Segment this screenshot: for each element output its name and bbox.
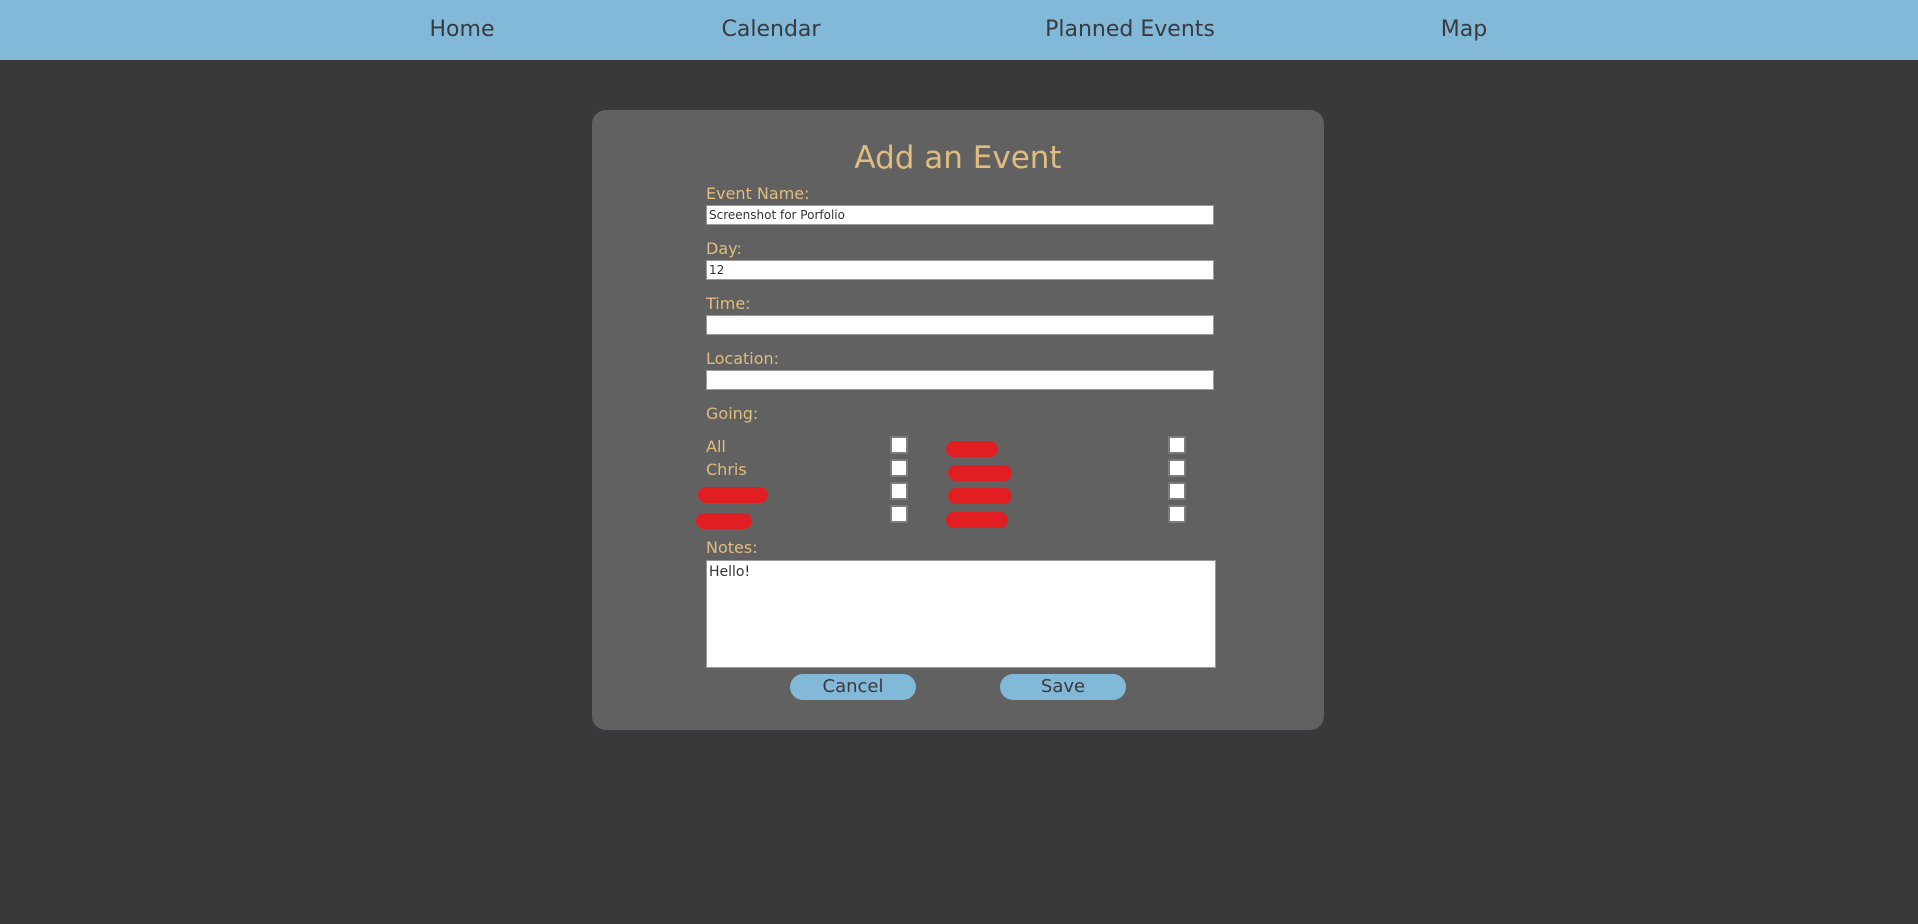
notes-textarea[interactable]: Hello! bbox=[706, 560, 1216, 668]
redacted-name bbox=[946, 512, 1008, 528]
redacted-name bbox=[696, 513, 752, 529]
nav-calendar[interactable]: Calendar bbox=[706, 0, 836, 60]
going-name-chris: Chris bbox=[706, 460, 747, 479]
time-label: Time: bbox=[706, 294, 751, 313]
going-checkbox[interactable] bbox=[1168, 505, 1186, 523]
going-checkbox[interactable] bbox=[1168, 436, 1186, 454]
redacted-name bbox=[948, 488, 1012, 504]
add-event-card: Add an Event Event Name: Screenshot for … bbox=[592, 110, 1324, 730]
going-label: Going: bbox=[706, 404, 759, 423]
going-checkbox[interactable] bbox=[890, 482, 908, 500]
redacted-name bbox=[698, 487, 768, 503]
day-input[interactable]: 12 bbox=[706, 260, 1214, 280]
location-label: Location: bbox=[706, 349, 780, 368]
event-name-input[interactable]: Screenshot for Porfolio bbox=[706, 205, 1214, 225]
cancel-button[interactable]: Cancel bbox=[790, 674, 916, 700]
location-input[interactable] bbox=[706, 370, 1214, 390]
going-checkbox-chris[interactable] bbox=[890, 459, 908, 477]
going-checkbox[interactable] bbox=[890, 505, 908, 523]
day-label: Day: bbox=[706, 239, 742, 258]
going-checkbox[interactable] bbox=[1168, 459, 1186, 477]
nav-planned-events[interactable]: Planned Events bbox=[1030, 0, 1230, 60]
redacted-name bbox=[948, 465, 1012, 481]
notes-label: Notes: bbox=[706, 538, 758, 557]
event-name-label: Event Name: bbox=[706, 184, 810, 203]
going-name-all: All bbox=[706, 437, 726, 456]
going-checkbox[interactable] bbox=[1168, 482, 1186, 500]
nav-home[interactable]: Home bbox=[402, 0, 522, 60]
nav-map[interactable]: Map bbox=[1414, 0, 1514, 60]
top-navbar: Home Calendar Planned Events Map bbox=[0, 0, 1918, 60]
form-title: Add an Event bbox=[854, 140, 1062, 176]
time-input[interactable] bbox=[706, 315, 1214, 335]
save-button[interactable]: Save bbox=[1000, 674, 1126, 700]
redacted-name bbox=[946, 441, 998, 457]
going-checkbox-all[interactable] bbox=[890, 436, 908, 454]
